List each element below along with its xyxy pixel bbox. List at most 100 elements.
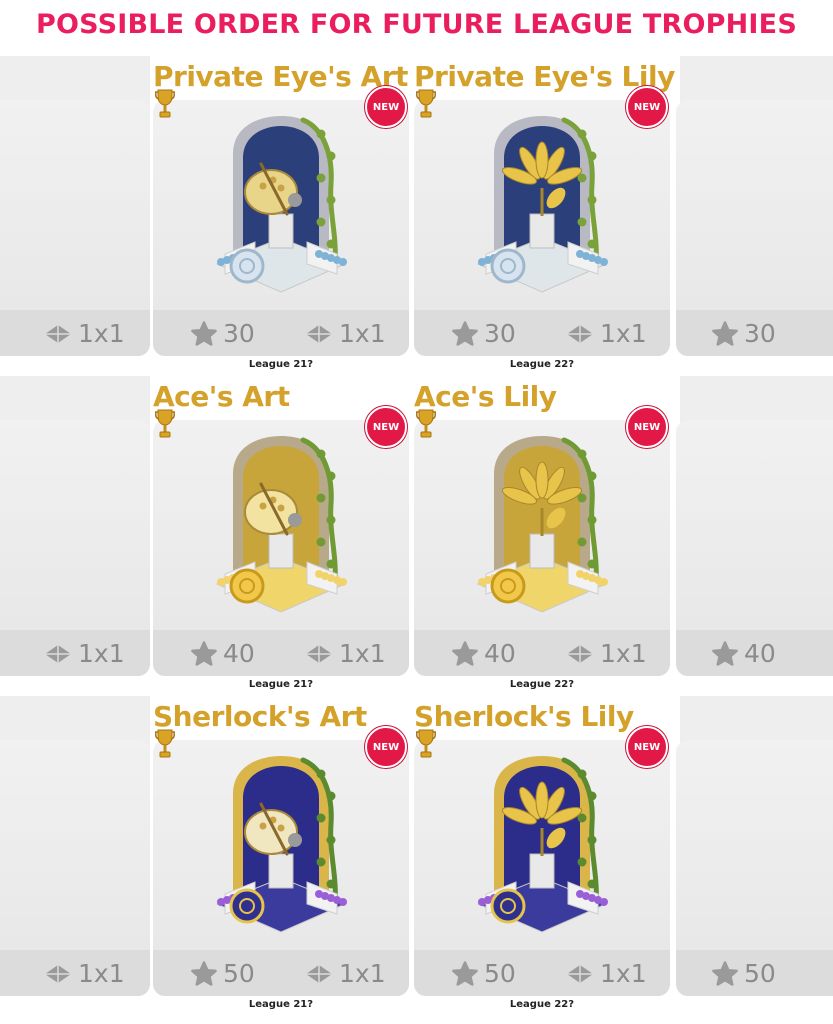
palette-trophy-icon xyxy=(211,434,351,614)
league-label: League 22? xyxy=(509,679,575,690)
trophy-icon xyxy=(416,408,436,440)
card-title: Private Eye's Art xyxy=(153,60,408,93)
trophy-card[interactable]: NEW 30 1x1 xyxy=(414,86,670,356)
card-partial-left[interactable]: 1x1 xyxy=(0,740,150,996)
size-stat-value: 1x1 xyxy=(78,959,125,988)
trophy-card[interactable]: NEW 40 1x1 xyxy=(153,406,409,676)
trophy-icon xyxy=(155,408,175,440)
star-score-icon xyxy=(452,960,484,987)
star-score-stat: 30 xyxy=(712,319,776,348)
size-stat: 1x1 xyxy=(566,639,647,668)
size-stat: 1x1 xyxy=(44,639,125,668)
league-label: League 22? xyxy=(509,999,575,1010)
star-score-stat-value: 40 xyxy=(744,639,776,668)
new-badge: NEW xyxy=(626,406,668,448)
card-partial-left[interactable]: 1x1 xyxy=(0,420,150,676)
league-label: League 22? xyxy=(509,359,575,370)
trophy-row-private-eye: 1x1 Private Eye's Art NEW 30 1x1 League 21? Pr… xyxy=(0,56,833,376)
star-score-stat-value: 30 xyxy=(223,319,255,348)
palette-trophy-icon xyxy=(211,754,351,934)
card-footer: 50 1x1 xyxy=(153,950,409,996)
star-score-stat-value: 30 xyxy=(484,319,516,348)
star-score-stat: 40 xyxy=(712,639,776,668)
lily-trophy-icon xyxy=(472,434,612,614)
star-score-icon xyxy=(712,960,744,987)
new-badge: NEW xyxy=(626,726,668,768)
size-stat-value: 1x1 xyxy=(339,959,386,988)
card-footer: 30 1x1 xyxy=(414,310,670,356)
size-stat: 1x1 xyxy=(305,639,386,668)
star-score-stat-value: 50 xyxy=(223,959,255,988)
card-footer: 40 1x1 xyxy=(414,630,670,676)
star-score-stat: 40 xyxy=(191,639,255,668)
star-score-stat-value: 40 xyxy=(484,639,516,668)
star-score-icon xyxy=(712,640,744,667)
size-stat: 1x1 xyxy=(44,319,125,348)
card-partial-right[interactable]: 30 xyxy=(676,100,833,356)
card-title: Sherlock's Lily xyxy=(414,700,634,733)
lily-trophy-icon xyxy=(472,114,612,294)
card-footer: 50 1x1 xyxy=(414,950,670,996)
star-score-stat: 40 xyxy=(452,639,516,668)
size-icon xyxy=(566,964,600,984)
star-score-icon xyxy=(712,320,744,347)
card-footer: 1x1 xyxy=(0,950,150,996)
trophy-card[interactable]: NEW 40 1x1 xyxy=(414,406,670,676)
size-icon xyxy=(305,324,339,344)
trophy-card[interactable]: NEW 50 1x1 xyxy=(414,726,670,996)
trophy-row-ace: 1x1 Ace's Art NEW 40 1x1 League 21? Ace's Lily… xyxy=(0,376,833,696)
size-icon xyxy=(566,324,600,344)
star-score-stat-value: 40 xyxy=(223,639,255,668)
trophy-icon xyxy=(155,728,175,760)
card-partial-right[interactable]: 50 xyxy=(676,740,833,996)
star-score-stat: 50 xyxy=(191,959,255,988)
card-partial-left[interactable]: 1x1 xyxy=(0,100,150,356)
card-footer: 30 1x1 xyxy=(153,310,409,356)
card-footer: 50 xyxy=(676,950,833,996)
card-title: Sherlock's Art xyxy=(153,700,367,733)
star-score-icon xyxy=(452,640,484,667)
trophy-icon xyxy=(155,88,175,120)
size-stat-value: 1x1 xyxy=(78,319,125,348)
size-stat: 1x1 xyxy=(44,959,125,988)
star-score-icon xyxy=(191,320,223,347)
new-badge: NEW xyxy=(626,86,668,128)
trophy-icon xyxy=(416,728,436,760)
star-score-icon xyxy=(452,320,484,347)
star-score-icon xyxy=(191,640,223,667)
size-stat: 1x1 xyxy=(566,959,647,988)
size-stat-value: 1x1 xyxy=(600,639,647,668)
palette-trophy-icon xyxy=(211,114,351,294)
card-partial-right[interactable]: 40 xyxy=(676,420,833,676)
star-score-icon xyxy=(191,960,223,987)
star-score-stat-value: 30 xyxy=(744,319,776,348)
page-title: POSSIBLE ORDER FOR FUTURE LEAGUE TROPHIE… xyxy=(36,8,797,40)
star-score-stat: 30 xyxy=(452,319,516,348)
card-footer: 1x1 xyxy=(0,310,150,356)
size-icon xyxy=(44,964,78,984)
card-footer: 40 1x1 xyxy=(153,630,409,676)
size-icon xyxy=(566,644,600,664)
size-stat-value: 1x1 xyxy=(339,319,386,348)
size-icon xyxy=(44,324,78,344)
league-label: League 21? xyxy=(248,359,314,370)
league-label: League 21? xyxy=(248,679,314,690)
star-score-stat: 50 xyxy=(712,959,776,988)
trophy-card[interactable]: NEW 50 1x1 xyxy=(153,726,409,996)
star-score-stat-value: 50 xyxy=(744,959,776,988)
star-score-stat: 50 xyxy=(452,959,516,988)
star-score-stat: 30 xyxy=(191,319,255,348)
size-stat: 1x1 xyxy=(566,319,647,348)
trophy-card[interactable]: NEW 30 1x1 xyxy=(153,86,409,356)
card-footer: 40 xyxy=(676,630,833,676)
trophy-row-sherlock: 1x1 Sherlock's Art NEW 50 1x1 League 21? Sherl… xyxy=(0,696,833,1016)
size-stat-value: 1x1 xyxy=(78,639,125,668)
card-footer: 1x1 xyxy=(0,630,150,676)
star-score-stat-value: 50 xyxy=(484,959,516,988)
trophy-icon xyxy=(416,88,436,120)
size-icon xyxy=(44,644,78,664)
league-label: League 21? xyxy=(248,999,314,1010)
new-badge: NEW xyxy=(365,86,407,128)
size-stat: 1x1 xyxy=(305,319,386,348)
size-stat-value: 1x1 xyxy=(600,959,647,988)
